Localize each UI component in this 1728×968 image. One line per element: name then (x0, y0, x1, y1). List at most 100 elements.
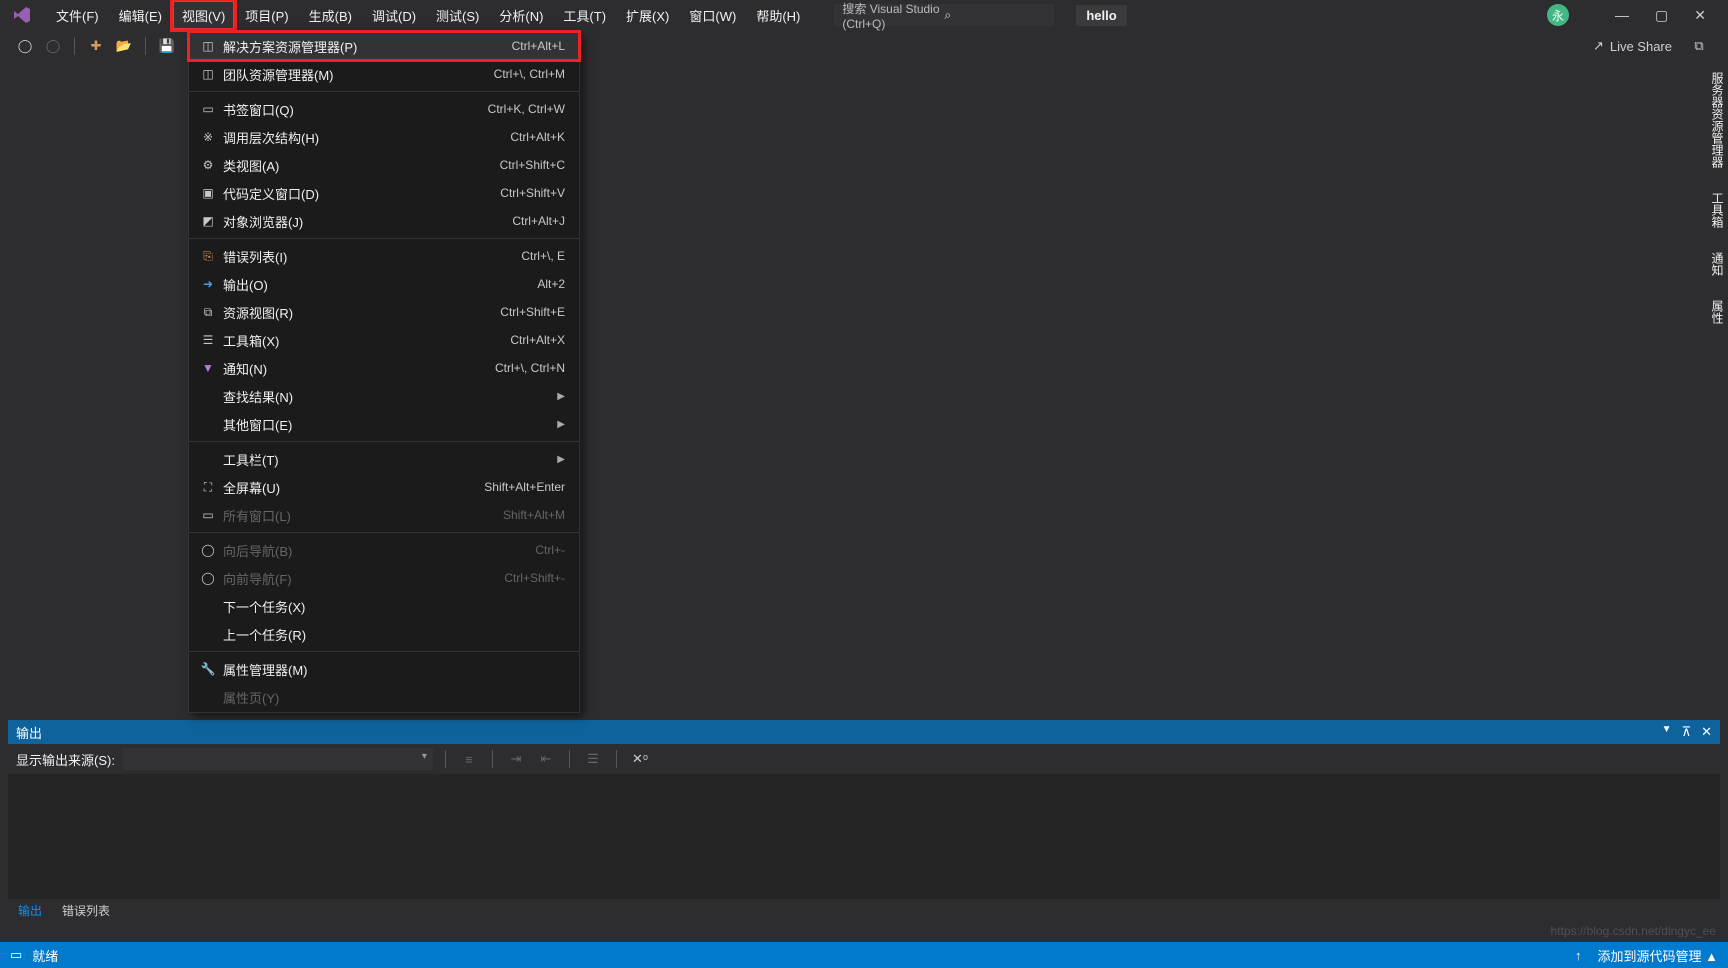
navback-icon: ◯ (199, 542, 217, 558)
menu-entry[interactable]: ◫解决方案资源管理器(P)Ctrl+Alt+L (189, 32, 579, 60)
search-box[interactable]: 搜索 Visual Studio (Ctrl+Q) ⌕ (834, 4, 1054, 26)
close-panel-icon[interactable]: ✕ (1701, 724, 1712, 740)
output-source-combo[interactable] (123, 748, 433, 770)
menu-entry[interactable]: 查找结果(N)▶ (189, 382, 579, 410)
menu-entry[interactable]: ➜输出(O)Alt+2 (189, 270, 579, 298)
menu-entry[interactable]: ◫团队资源管理器(M)Ctrl+\, Ctrl+M (189, 60, 579, 88)
share-icon: ↗ (1593, 38, 1604, 54)
navfwd-icon: ◯ (199, 570, 217, 586)
save-icon[interactable]: 💾 (156, 35, 178, 57)
menu-entry[interactable]: 其他窗口(E) ▶ (189, 410, 579, 438)
new-file-icon[interactable]: ✚ (85, 35, 107, 57)
vs-logo-icon (12, 5, 32, 25)
sidebar-tab[interactable]: 工具箱 (1708, 182, 1728, 238)
sidebar-tab[interactable]: 服务器资源管理器 (1708, 62, 1728, 178)
wrap-icon[interactable]: ☰ (582, 748, 604, 770)
watermark-text: https://blog.csdn.net/dingyc_ee (1551, 924, 1716, 938)
menu-entry: 属性页(Y) (189, 683, 579, 711)
menu-entry[interactable]: ◩ 对象浏览器(J)Ctrl+Alt+J (189, 207, 579, 235)
menu-entry[interactable]: 下一个任务(X) (189, 592, 579, 620)
menu-entry-label: 输出(O) (223, 275, 537, 294)
output-toolbar: 显示输出来源(S): ≡ ⇥ ⇤ ☰ ✕ᵒ (8, 744, 1720, 774)
nav-back-icon[interactable]: ◯ (14, 35, 36, 57)
login-label[interactable]: hello (1076, 5, 1126, 26)
search-icon: ⌕ (944, 8, 1046, 23)
output-icon: ➜ (199, 276, 217, 292)
goto-icon[interactable]: ✕ᵒ (629, 748, 651, 770)
open-icon[interactable]: 📂 (113, 35, 135, 57)
class-icon: ⚙ (199, 157, 217, 173)
nav-fwd-icon[interactable]: ◯ (42, 35, 64, 57)
menu-entry[interactable]: ⧉资源视图(R)Ctrl+Shift+E (189, 298, 579, 326)
menu-entry[interactable]: 🔧 属性管理器(M) (189, 655, 579, 683)
menu-entry-label: 团队资源管理器(M) (223, 65, 494, 84)
minimize-button[interactable]: — (1615, 7, 1629, 23)
allwin-icon: ▭ (199, 507, 217, 523)
menu-item-1[interactable]: 编辑(E) (109, 0, 172, 30)
menu-entry[interactable]: ※调用层次结构(H)Ctrl+Alt+K (189, 123, 579, 151)
menu-entry[interactable]: ▼通知(N)Ctrl+\, Ctrl+N (189, 354, 579, 382)
clear-icon[interactable]: ≡ (458, 748, 480, 770)
maximize-button[interactable]: ▢ (1655, 7, 1668, 24)
menu-item-10[interactable]: 窗口(W) (679, 0, 746, 30)
sidebar-tab[interactable]: 通知 (1708, 242, 1728, 286)
menu-item-8[interactable]: 工具(T) (553, 0, 616, 30)
output-title[interactable]: 输出 ▼ ⊼ ✕ (8, 720, 1720, 744)
menu-entry-label: 属性管理器(M) (223, 660, 565, 679)
menu-item-6[interactable]: 测试(S) (426, 0, 489, 30)
output-tab[interactable]: 错误列表 (52, 899, 120, 923)
menu-entry-shortcut: Ctrl+Alt+K (510, 130, 565, 144)
sidebar-tab[interactable]: 属性 (1708, 290, 1728, 334)
menu-entry-label: 查找结果(N) (223, 387, 549, 406)
pin-icon[interactable]: ⊼ (1682, 724, 1692, 740)
publish-up-icon[interactable]: ↑ (1575, 948, 1582, 963)
sidebar-tabs: 服务器资源管理器工具箱通知属性 (1708, 62, 1728, 338)
dropdown-icon[interactable]: ▼ (1662, 724, 1672, 740)
menu-entry[interactable]: 工具栏(T)▶ (189, 445, 579, 473)
menu-entry[interactable]: ⚙类视图(A)Ctrl+Shift+C (189, 151, 579, 179)
menu-entry-label: 书签窗口(Q) (223, 100, 488, 119)
menu-entry-label: 类视图(A) (223, 156, 500, 175)
menu-item-3[interactable]: 项目(P) (235, 0, 298, 30)
menu-item-7[interactable]: 分析(N) (489, 0, 553, 30)
menu-entry-shortcut: Ctrl+Alt+J (512, 214, 565, 228)
live-share-button[interactable]: ↗ Live Share (1593, 38, 1672, 54)
menu-entry[interactable]: ☰工具箱(X)Ctrl+Alt+X (189, 326, 579, 354)
submenu-arrow-icon: ▶ (557, 419, 565, 430)
resview-icon: ⧉ (199, 304, 217, 320)
toolbox-icon: ☰ (199, 332, 217, 348)
menu-entry: ▭所有窗口(L)Shift+Alt+M (189, 501, 579, 529)
menu-entry[interactable]: ⛶全屏幕(U)Shift+Alt+Enter (189, 473, 579, 501)
view-menu-dropdown: ◫解决方案资源管理器(P)Ctrl+Alt+L◫团队资源管理器(M)Ctrl+\… (188, 30, 580, 713)
menu-item-2[interactable]: 视图(V) (172, 0, 235, 30)
menu-entry-label: 对象浏览器(J) (223, 212, 512, 231)
menu-entry-label: 向后导航(B) (223, 541, 535, 560)
menu-entry[interactable]: ⎘错误列表(I)Ctrl+\, E (189, 242, 579, 270)
menu-entry-label: 下一个任务(X) (223, 597, 565, 616)
menu-item-9[interactable]: 扩展(X) (616, 0, 679, 30)
menu-entry-shortcut: Shift+Alt+M (503, 508, 565, 522)
menu-entry-shortcut: Ctrl+Shift+- (504, 571, 565, 585)
blank-icon (199, 416, 217, 432)
menu-item-5[interactable]: 调试(D) (362, 0, 426, 30)
codedef-icon: ▣ (199, 185, 217, 201)
live-share-user-icon[interactable]: ⧉ (1688, 35, 1710, 57)
menu-item-11[interactable]: 帮助(H) (746, 0, 810, 30)
menu-entry[interactable]: ▣代码定义窗口(D)Ctrl+Shift+V (189, 179, 579, 207)
menu-entry[interactable]: ▭书签窗口(Q)Ctrl+K, Ctrl+W (189, 95, 579, 123)
source-control-button[interactable]: 添加到源代码管理 ▲ (1598, 946, 1718, 965)
output-tab[interactable]: 输出 (8, 899, 52, 923)
menu-entry-label: 其他窗口(E) (223, 415, 549, 434)
close-button[interactable]: ✕ (1694, 7, 1706, 24)
wrench-icon: 🔧 (199, 661, 217, 677)
team-icon: ◫ (199, 66, 217, 82)
user-avatar[interactable]: 永 (1547, 4, 1569, 26)
menu-entry[interactable]: 上一个任务(R) (189, 620, 579, 648)
bookmark-icon: ▭ (199, 101, 217, 117)
indent1-icon[interactable]: ⇥ (505, 748, 527, 770)
objbrowse-icon: ◩ (199, 213, 217, 229)
menu-item-4[interactable]: 生成(B) (299, 0, 362, 30)
menu-entry-shortcut: Ctrl+- (535, 543, 565, 557)
indent2-icon[interactable]: ⇤ (535, 748, 557, 770)
menu-item-0[interactable]: 文件(F) (46, 0, 109, 30)
